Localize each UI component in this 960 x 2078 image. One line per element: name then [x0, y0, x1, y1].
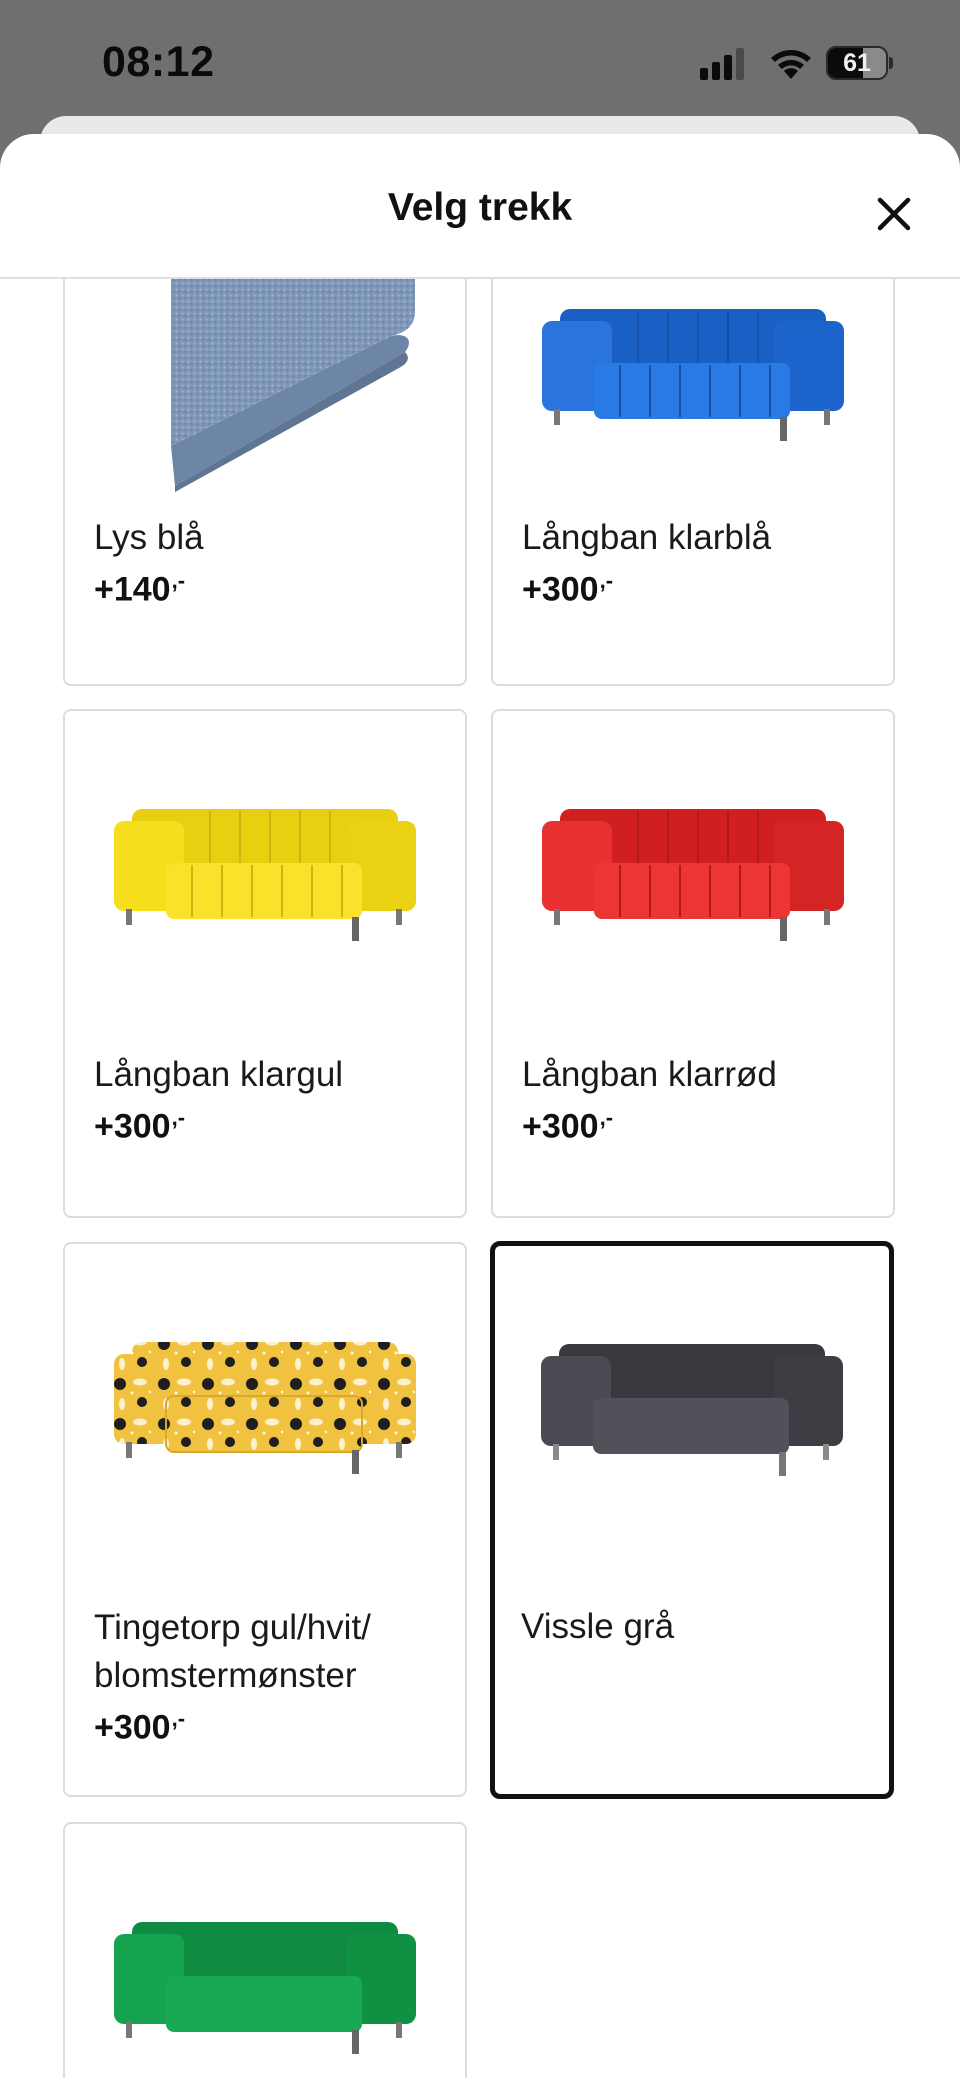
price-suffix: ,- [599, 1105, 614, 1130]
cover-card-langban-klargul[interactable]: Långban klargul +300,- [63, 709, 467, 1218]
price-value: +140 [94, 570, 171, 609]
cover-name: Långban klargul [94, 1055, 344, 1094]
cover-price: +140,- [94, 568, 185, 609]
sheet-title: Velg trekk [387, 186, 573, 229]
price-suffix: ,- [599, 568, 614, 593]
sofa-icon [114, 1922, 416, 2054]
sheet-header: Velg trekk [0, 134, 960, 279]
sofa-image [495, 1246, 889, 1586]
price-value: +300 [94, 1708, 171, 1747]
cover-card-tingetorp[interactable]: Tingetorp gul/hvit/ blomstermønster +300… [63, 1242, 467, 1797]
sofa-icon [542, 309, 844, 441]
sofa-image [65, 1824, 465, 2078]
cover-price: +300,- [94, 1105, 185, 1146]
close-icon [877, 197, 911, 231]
sofa-patterned-icon [114, 1342, 416, 1474]
sofa-image [65, 1244, 465, 1584]
sofa-icon [541, 1344, 843, 1476]
cover-name: Långban klarblå [522, 518, 772, 557]
fabric-swatch-icon [171, 252, 415, 492]
cover-picker-sheet: Lys blå +140,- Långban klarblå +300,- Lå… [0, 134, 960, 2078]
wifi-icon [770, 46, 812, 85]
cover-card-vissle-gra[interactable]: Vissle grå [490, 1241, 894, 1799]
price-suffix: ,- [171, 1105, 186, 1130]
price-value: +300 [94, 1107, 171, 1146]
price-suffix: ,- [171, 568, 186, 593]
price-suffix: ,- [171, 1706, 186, 1731]
status-time: 08:12 [102, 38, 215, 86]
signal-icon [700, 48, 748, 85]
fabric-swatch-image [65, 252, 465, 510]
cover-price: +300,- [94, 1706, 185, 1747]
cover-price: +300,- [522, 1105, 613, 1146]
sofa-icon [542, 809, 844, 941]
sofa-image [493, 711, 893, 1051]
cover-card-green[interactable] [63, 1822, 467, 2078]
cover-grid: Lys blå +140,- Långban klarblå +300,- Lå… [0, 134, 960, 2078]
cover-name: Lys blå [94, 518, 204, 557]
close-button[interactable] [862, 182, 926, 246]
sofa-image [65, 711, 465, 1051]
cover-card-langban-klarrod[interactable]: Långban klarrød +300,- [491, 709, 895, 1218]
cover-card-lys-bla[interactable]: Lys blå +140,- [63, 250, 467, 686]
status-bar: 08:12 61 [0, 0, 960, 118]
cover-name: Långban klarrød [522, 1055, 777, 1094]
battery-level: 61 [843, 49, 871, 77]
battery-icon: 61 [826, 46, 894, 80]
cover-name: Tingetorp gul/hvit/ blomstermønster [94, 1608, 371, 1695]
cover-card-langban-klarbla[interactable]: Långban klarblå +300,- [491, 250, 895, 686]
price-value: +300 [522, 1107, 599, 1146]
cover-price: +300,- [522, 568, 613, 609]
cover-name: Vissle grå [521, 1607, 675, 1646]
sofa-icon [114, 809, 416, 941]
sofa-image [493, 252, 893, 510]
price-value: +300 [522, 570, 599, 609]
